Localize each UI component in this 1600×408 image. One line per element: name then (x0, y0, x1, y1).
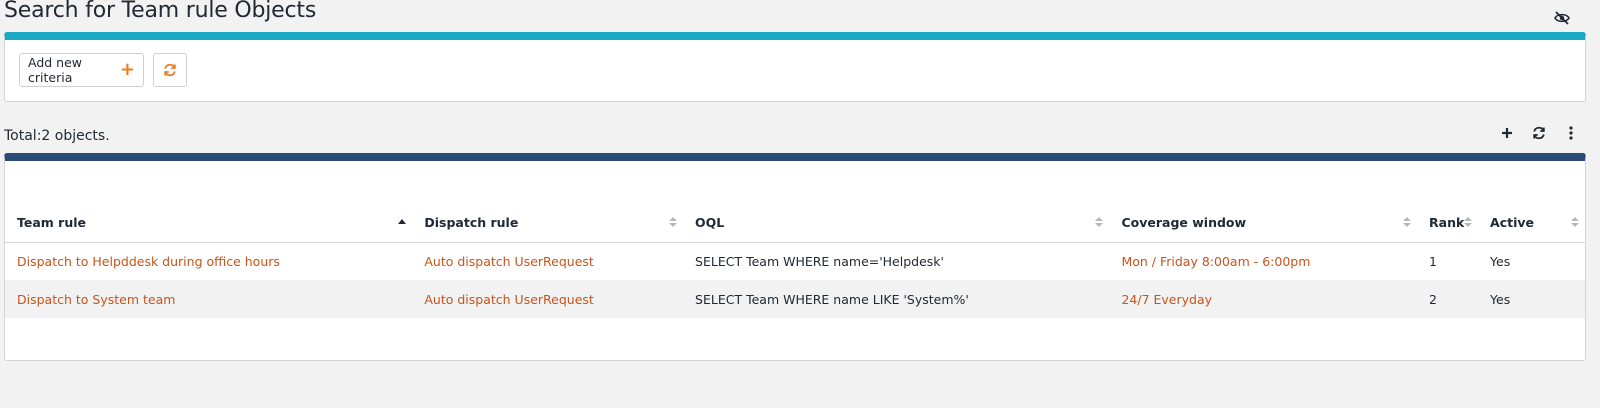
team-rule-link[interactable]: Dispatch to Helpddesk during office hour… (17, 254, 280, 269)
eye-slash-icon[interactable] (1554, 10, 1570, 25)
column-header-team-rule[interactable]: Team rule (5, 203, 413, 243)
sort-icon (1095, 217, 1104, 228)
sort-icon (1464, 217, 1473, 228)
dispatch-rule-link[interactable]: Auto dispatch UserRequest (424, 254, 593, 269)
column-header-oql[interactable]: OQL (683, 203, 1110, 243)
refresh-icon[interactable] (1530, 124, 1548, 142)
sort-icon (1403, 217, 1412, 228)
vertical-dots-icon[interactable] (1562, 124, 1580, 142)
sort-icon (669, 217, 678, 228)
add-new-criteria-button[interactable]: Add new criteria + (19, 53, 144, 87)
page-title: Search for Team rule Objects (4, 0, 317, 23)
coverage-window-link[interactable]: 24/7 Everyday (1121, 292, 1212, 307)
column-header-label: Active (1490, 214, 1535, 230)
column-header-label: Dispatch rule (424, 214, 519, 230)
results-total: Total:2 objects. (4, 128, 110, 144)
column-header-rank[interactable]: Rank (1417, 203, 1479, 243)
results-toolbar (1498, 124, 1580, 142)
plus-icon[interactable] (1498, 124, 1516, 142)
add-criteria-label: Add new criteria (28, 55, 83, 85)
active-cell: Yes (1490, 253, 1511, 269)
column-header-active[interactable]: Active (1478, 203, 1585, 243)
table-row: Dispatch to System team Auto dispatch Us… (5, 280, 1585, 318)
search-criteria-panel: Add new criteria + (4, 32, 1586, 102)
dispatch-rule-link[interactable]: Auto dispatch UserRequest (424, 292, 593, 307)
active-cell: Yes (1490, 291, 1511, 307)
sort-ascending-icon (398, 219, 407, 225)
plus-icon: + (119, 59, 135, 80)
table-header-row: Team rule Dispatch rule OQL Coverage win… (5, 203, 1585, 243)
sort-icon (1571, 217, 1579, 228)
column-header-label: OQL (695, 214, 725, 230)
results-table: Team rule Dispatch rule OQL Coverage win… (5, 203, 1585, 318)
column-header-dispatch-rule[interactable]: Dispatch rule (412, 203, 684, 243)
refresh-criteria-button[interactable] (153, 53, 187, 87)
oql-cell: SELECT Team WHERE name LIKE 'System%' (695, 291, 969, 307)
team-rule-link[interactable]: Dispatch to System team (17, 292, 175, 307)
results-panel: Team rule Dispatch rule OQL Coverage win… (4, 153, 1586, 361)
coverage-window-link[interactable]: Mon / Friday 8:00am - 6:00pm (1121, 254, 1310, 269)
rank-cell: 1 (1429, 253, 1437, 269)
column-header-label: Coverage window (1121, 214, 1247, 230)
column-header-coverage-window[interactable]: Coverage window (1109, 203, 1418, 243)
table-row: Dispatch to Helpddesk during office hour… (5, 242, 1585, 280)
oql-cell: SELECT Team WHERE name='Helpdesk' (695, 253, 944, 269)
column-header-label: Team rule (17, 214, 86, 230)
refresh-icon (164, 63, 176, 77)
rank-cell: 2 (1429, 291, 1437, 307)
column-header-label: Rank (1429, 214, 1465, 230)
